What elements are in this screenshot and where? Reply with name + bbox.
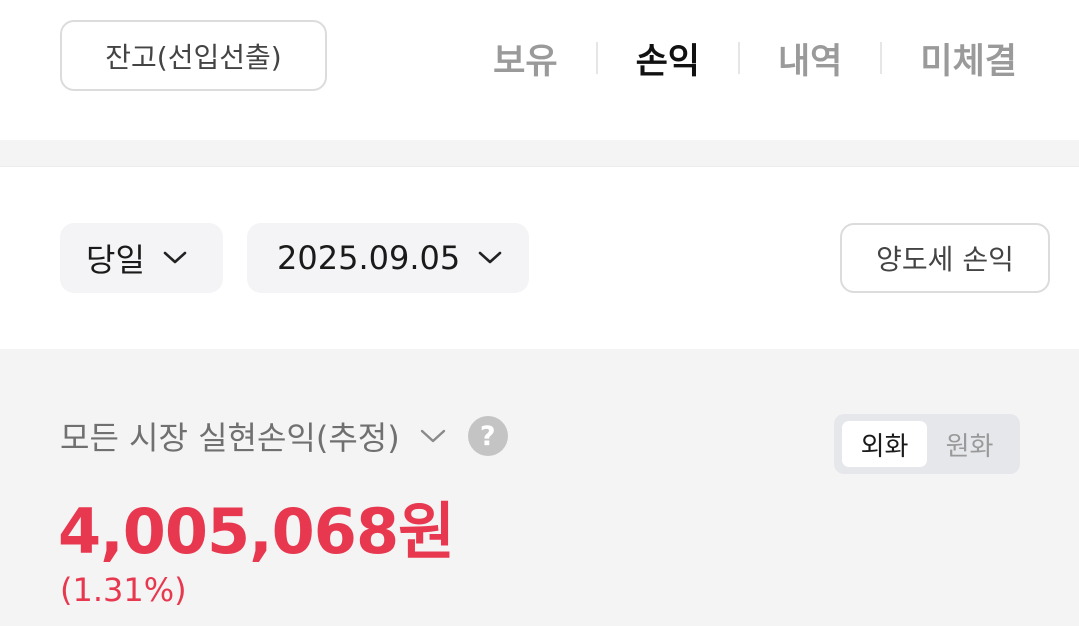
filter-row: 당일 2025.09.05 양도세 손익	[0, 167, 1079, 349]
tab-divider	[737, 42, 740, 74]
realized-pnl-rate: (1.31%)	[60, 571, 187, 609]
chevron-down-icon	[478, 251, 502, 265]
date-value: 2025.09.05	[277, 239, 461, 277]
currency-option-krw[interactable]: 원화	[927, 421, 1012, 467]
period-dropdown[interactable]: 당일	[60, 223, 223, 293]
balance-fifo-label: 잔고(선입선출)	[105, 40, 282, 74]
tab-profit-loss[interactable]: 손익	[636, 33, 700, 84]
tab-divider	[880, 42, 883, 74]
chevron-down-icon	[163, 251, 187, 265]
tab-holdings[interactable]: 보유	[493, 33, 557, 84]
page: 잔고(선입선출) 보유 손익 내역 미체결 당일 2025.09.05 양도세 …	[0, 0, 1079, 626]
date-dropdown[interactable]: 2025.09.05	[247, 223, 529, 293]
section-divider	[0, 140, 1079, 167]
top-bar: 잔고(선입선출) 보유 손익 내역 미체결	[0, 0, 1079, 140]
tab-bar: 보유 손익 내역 미체결	[493, 30, 1017, 86]
summary-title: 모든 시장 실현손익(추정)	[60, 419, 400, 457]
capital-gains-tax-button[interactable]: 양도세 손익	[840, 223, 1050, 293]
help-icon[interactable]: ?	[467, 416, 508, 456]
currency-toggle: 외화 원화	[834, 414, 1020, 474]
tab-divider	[595, 42, 598, 74]
realized-pnl-amount: 4,005,068원	[58, 495, 455, 568]
chevron-down-icon	[420, 429, 446, 444]
balance-fifo-button[interactable]: 잔고(선입선출)	[60, 20, 327, 91]
tab-history[interactable]: 내역	[778, 33, 842, 84]
tab-unfilled[interactable]: 미체결	[920, 33, 1017, 84]
currency-option-foreign[interactable]: 외화	[842, 421, 927, 467]
period-value: 당일	[86, 241, 145, 279]
capital-gains-tax-label: 양도세 손익	[876, 243, 1014, 276]
pnl-market-selector[interactable]: 모든 시장 실현손익(추정) ?	[60, 411, 508, 461]
realized-pnl-summary: 모든 시장 실현손익(추정) ? 외화 원화 4,005,068원 (1.31%…	[0, 349, 1079, 626]
